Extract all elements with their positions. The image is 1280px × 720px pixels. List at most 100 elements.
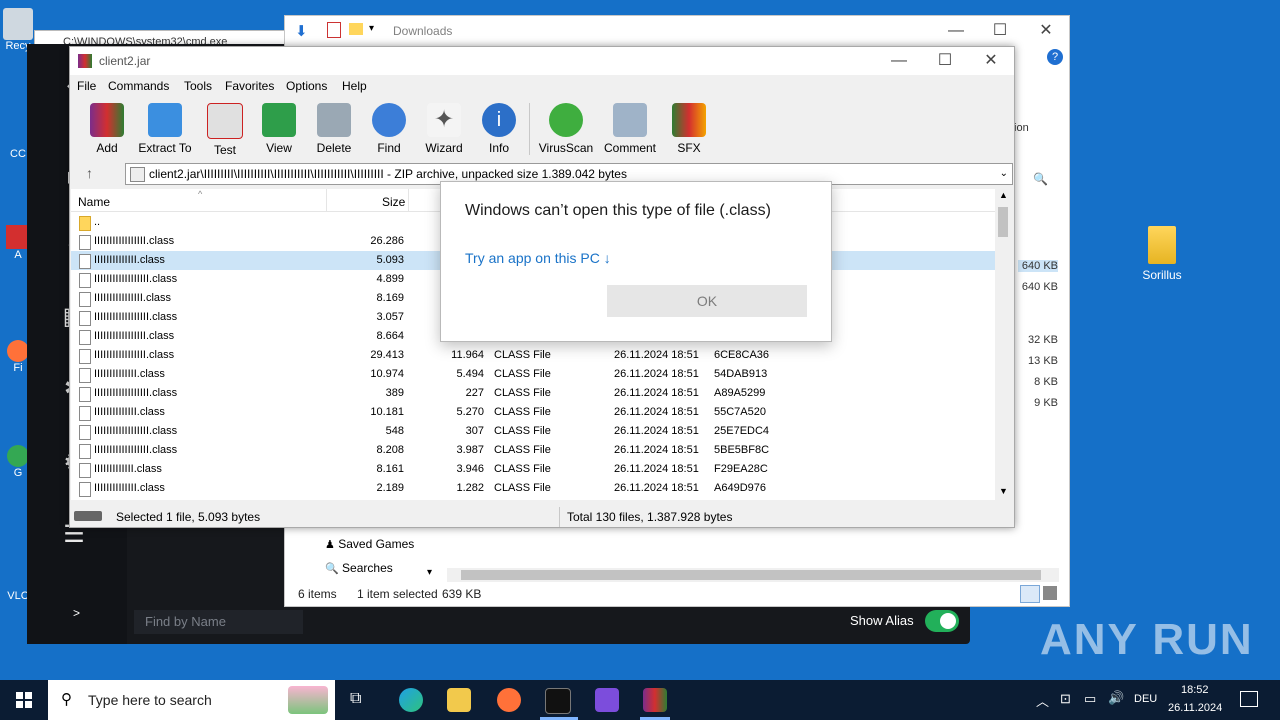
desktop-label: G (13, 467, 23, 479)
winrar-icon[interactable] (643, 688, 667, 712)
search-icon[interactable]: 🔍 (1033, 172, 1048, 186)
menu-options[interactable]: Options (286, 79, 327, 93)
file-size: 4.899 (376, 273, 404, 285)
terminal-icon[interactable] (545, 688, 571, 714)
volume-icon[interactable]: 🔊 (1108, 690, 1124, 706)
ok-button[interactable]: OK (607, 285, 807, 317)
status-items-count: 6 items (298, 587, 337, 601)
horizontal-scrollbar[interactable] (447, 568, 1059, 582)
scrollbar-thumb[interactable] (998, 207, 1008, 237)
virus-scan-icon (549, 103, 583, 137)
find-button[interactable]: Find (361, 103, 417, 155)
table-row[interactable]: IIIIIIIIIIIIIIIII.class 29.413 11.964 CLASS… (71, 346, 1001, 365)
maximize-button[interactable]: ☐ (922, 46, 968, 76)
minimize-button[interactable]: — (933, 16, 979, 46)
find-by-name-input[interactable]: Find by Name (134, 610, 303, 634)
comment-button[interactable]: Comment (601, 103, 659, 155)
table-row[interactable]: IIIIIIIIIIIIII.class 2.189 1.282 CLASS File… (71, 479, 1001, 498)
menu-commands[interactable]: Commands (108, 79, 169, 93)
info-button[interactable]: i Info (471, 103, 527, 155)
show-alias-toggle[interactable] (925, 610, 959, 632)
scroll-down-icon[interactable]: ▼ (999, 486, 1008, 496)
file-type: CLASS File (494, 406, 551, 418)
large-icons-view-icon[interactable] (1043, 586, 1057, 600)
menu-favorites[interactable]: Favorites (225, 79, 274, 93)
close-button[interactable]: ✕ (968, 46, 1014, 76)
menu-help[interactable]: Help (342, 79, 367, 93)
sfx-button[interactable]: SFX (661, 103, 717, 155)
chevron-up-icon[interactable]: ︿ (1036, 691, 1049, 710)
table-row[interactable]: IIIIIIIIIIIIIIIIII.class 8.208 3.987 CLASS … (71, 441, 1001, 460)
toolbar-label: Test (213, 143, 236, 157)
status-divider (559, 507, 560, 527)
column-header-name[interactable]: Name (78, 195, 110, 209)
winrar-titlebar: client2.jar — ☐ ✕ (70, 47, 1014, 75)
display-icon[interactable]: ▭ (1084, 691, 1096, 707)
table-row[interactable]: IIIIIIIIIIIIIIIIII.class 389 227 CLASS File… (71, 384, 1001, 403)
chevron-down-icon[interactable]: ⌄ (1000, 164, 1008, 184)
add-button[interactable]: Add (79, 103, 135, 155)
table-row[interactable]: IIIIIIIIIIIIII.class 10.974 5.494 CLASS Fil… (71, 365, 1001, 384)
file-explorer-icon[interactable] (447, 688, 471, 712)
sorillus-icon[interactable] (595, 688, 619, 712)
console-prompt: > (73, 606, 81, 620)
explorer-titlebar: ⬇ ▾ Downloads — ☐ ✕ (285, 16, 1069, 46)
table-row[interactable]: IIIIIIIIIIIIII.class 10.181 5.270 CLASS Fil… (71, 403, 1001, 422)
notification-icon[interactable] (1240, 691, 1258, 707)
nav-item-saved-games[interactable]: ♟ Saved Games (325, 537, 414, 551)
download-arrow-icon[interactable]: ⬇ (295, 22, 308, 40)
quick-access-dropdown-icon[interactable]: ▾ (369, 23, 374, 34)
start-button[interactable] (16, 692, 32, 708)
file-date: 26.11.2024 18:51 (614, 406, 699, 418)
toolbar-separator (529, 103, 530, 155)
scroll-up-icon[interactable]: ▲ (999, 190, 1008, 200)
try-app-link[interactable]: Try an app on this PC ↓ (465, 250, 611, 266)
table-row[interactable]: IIIIIIIIIIIII.class 8.161 3.946 CLASS File 2… (71, 460, 1001, 479)
search-icon: 🔍 (325, 563, 339, 575)
file-packed-size: 1.282 (456, 482, 484, 494)
taskbar-search[interactable]: ⚲ Type here to search (48, 680, 335, 720)
minimize-button[interactable]: — (876, 46, 922, 76)
clock-date[interactable]: 26.11.2024 (1168, 702, 1222, 714)
up-arrow-icon[interactable]: ↑ (86, 165, 93, 181)
extract-to-button[interactable]: Extract To (138, 103, 192, 155)
edge-icon[interactable] (399, 688, 423, 712)
maximize-button[interactable]: ☐ (977, 16, 1023, 46)
table-row[interactable]: IIIIIIIIIIIIIIIIII.class 548 307 CLASS File… (71, 422, 1001, 441)
file-packed-size: 5.494 (456, 368, 484, 380)
file-name: IIIIIIIIIIIIII.class (94, 254, 165, 266)
close-button[interactable]: ✕ (1023, 16, 1069, 46)
folder-icon (349, 23, 363, 35)
test-button[interactable]: Test (197, 103, 253, 157)
clock-time[interactable]: 18:52 (1181, 684, 1209, 696)
network-icon[interactable]: ⊡ (1060, 691, 1071, 707)
desktop-folder-sorillus[interactable]: Sorillus (1127, 226, 1197, 282)
explorer-status-bar: 6 items 1 item selected 639 KB (285, 584, 1069, 604)
toolbar: Add Extract To Test View Delete Find ✦ Wi… (70, 99, 1014, 159)
file-size: 13 KB (1028, 355, 1058, 367)
menu-file[interactable]: File (77, 79, 96, 93)
help-icon[interactable]: ? (1047, 49, 1063, 65)
firefox-icon[interactable] (497, 688, 521, 712)
taskbar: ⚲ Type here to search ⧉ ︿ ⊡ ▭ 🔊 DEU 18:5… (0, 680, 1280, 720)
language-indicator[interactable]: DEU (1134, 693, 1157, 705)
menu-tools[interactable]: Tools (184, 79, 212, 93)
wizard-button[interactable]: ✦ Wizard (416, 103, 472, 155)
nav-item-searches[interactable]: 🔍 Searches (325, 561, 393, 575)
file-icon (79, 406, 91, 421)
nav-scroll-down-icon[interactable]: ▾ (427, 567, 432, 578)
column-header-size[interactable]: Size (382, 195, 405, 209)
vertical-scrollbar[interactable]: ▲ ▼ (995, 189, 1011, 500)
view-button[interactable]: View (251, 103, 307, 155)
virusscan-button[interactable]: VirusScan (537, 103, 595, 155)
sfx-icon (672, 103, 706, 137)
properties-icon[interactable] (327, 22, 341, 38)
file-size: 8.161 (376, 463, 404, 475)
delete-button[interactable]: Delete (306, 103, 362, 155)
file-size: 8.169 (376, 292, 404, 304)
task-view-icon[interactable]: ⧉ (350, 690, 361, 708)
details-view-icon[interactable] (1020, 585, 1040, 603)
file-icon (79, 254, 91, 269)
scrollbar-thumb[interactable] (461, 570, 1041, 580)
toolbar-label: Wizard (425, 141, 463, 155)
